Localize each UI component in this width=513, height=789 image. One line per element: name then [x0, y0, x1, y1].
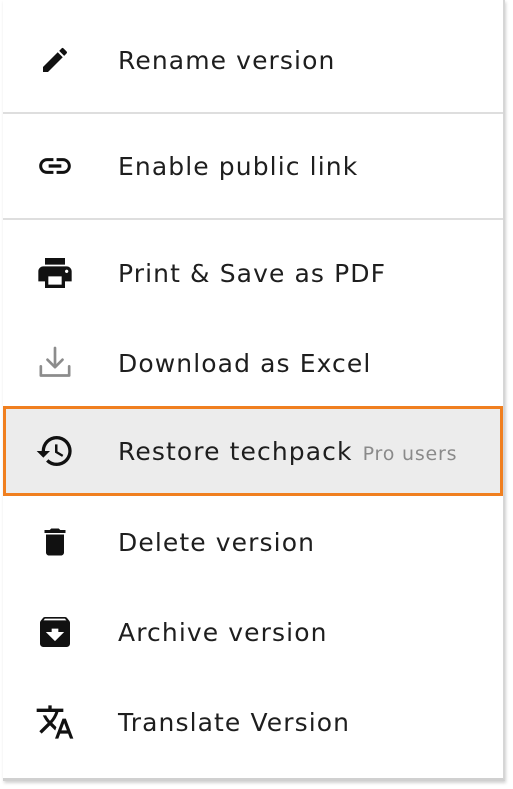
menu-item-label: Restore techpack Pro users [118, 437, 457, 466]
pencil-icon [35, 40, 75, 80]
download-icon [35, 343, 75, 383]
restore-techpack-label: Restore techpack [118, 436, 353, 466]
menu-item-label: Archive version [118, 617, 328, 647]
pro-users-hint: Pro users [362, 442, 458, 465]
menu-item-label: Delete version [118, 527, 316, 557]
divider [3, 112, 503, 114]
menu-item-label: Translate Version [118, 707, 351, 737]
menu-item-restore-techpack[interactable]: Restore techpack Pro users [3, 406, 503, 496]
menu-item-label: Print & Save as PDF [118, 258, 387, 288]
translate-icon [35, 702, 75, 742]
menu-item-archive-version[interactable]: Archive version [3, 587, 503, 677]
archive-icon [35, 612, 75, 652]
divider [3, 218, 503, 220]
link-icon [35, 146, 75, 186]
menu-item-enable-public-link[interactable]: Enable public link [3, 116, 503, 216]
menu-item-label: Enable public link [118, 151, 359, 181]
version-actions-menu: Rename version Enable public link Print … [3, 0, 505, 781]
menu-item-print-save-pdf[interactable]: Print & Save as PDF [3, 228, 503, 318]
menu-item-rename-version[interactable]: Rename version [3, 10, 503, 110]
menu-item-delete-version[interactable]: Delete version [3, 497, 503, 587]
menu-item-label: Rename version [118, 45, 336, 75]
print-icon [35, 253, 75, 293]
menu-item-translate-version[interactable]: Translate Version [3, 677, 503, 767]
trash-icon [35, 522, 75, 562]
menu-item-download-excel[interactable]: Download as Excel [3, 318, 503, 408]
restore-history-icon [35, 431, 75, 471]
menu-item-label: Download as Excel [118, 348, 372, 378]
